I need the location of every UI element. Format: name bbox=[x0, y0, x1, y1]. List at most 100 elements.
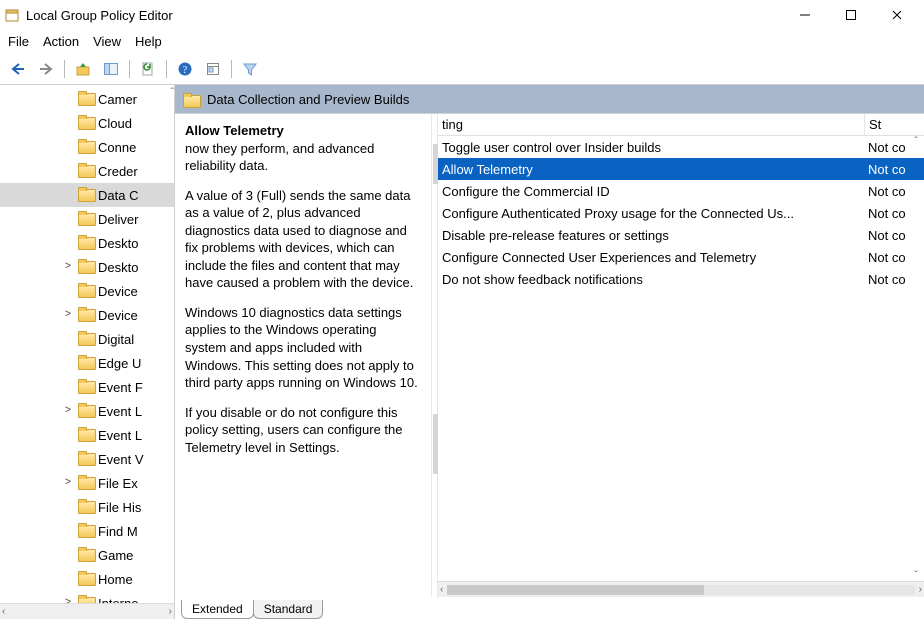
menu-action[interactable]: Action bbox=[43, 34, 79, 49]
expand-icon[interactable]: > bbox=[62, 404, 74, 416]
minimize-button[interactable] bbox=[782, 0, 828, 30]
tree-item-label: Event F bbox=[98, 380, 143, 395]
column-setting[interactable]: ting bbox=[438, 114, 864, 135]
tree-item[interactable]: >Device bbox=[0, 303, 174, 327]
tree-item[interactable]: >File Ex bbox=[0, 471, 174, 495]
tree-item[interactable]: File His bbox=[0, 495, 174, 519]
list-row[interactable]: Configure Connected User Experiences and… bbox=[438, 246, 924, 268]
scroll-right-icon[interactable]: › bbox=[919, 584, 922, 595]
properties-button[interactable] bbox=[201, 58, 225, 80]
tree-item-label: Deskto bbox=[98, 236, 138, 251]
tree-item-label: Digital bbox=[98, 332, 134, 347]
menu-help[interactable]: Help bbox=[135, 34, 162, 49]
splitter[interactable] bbox=[431, 114, 438, 597]
scroll-up-icon[interactable]: ˆ bbox=[171, 87, 174, 98]
right-pane: Data Collection and Preview Builds Allow… bbox=[175, 85, 924, 619]
scroll-up-icon[interactable]: ˆ bbox=[914, 136, 917, 147]
close-button[interactable] bbox=[874, 0, 920, 30]
folder-icon bbox=[78, 139, 94, 155]
folder-icon bbox=[78, 235, 94, 251]
maximize-button[interactable] bbox=[828, 0, 874, 30]
toolbar-separator bbox=[64, 60, 65, 78]
tree-item[interactable]: Event F bbox=[0, 375, 174, 399]
show-hide-tree-button[interactable] bbox=[99, 58, 123, 80]
list-row[interactable]: Configure Authenticated Proxy usage for … bbox=[438, 202, 924, 224]
tree-item[interactable]: Deskto bbox=[0, 231, 174, 255]
list-row[interactable]: Allow TelemetryNot co bbox=[438, 158, 924, 180]
tree-item[interactable]: > Event L bbox=[0, 399, 174, 423]
tree-item[interactable]: Camer bbox=[0, 87, 174, 111]
tree-item-label: Game bbox=[98, 548, 133, 563]
tree-item-label: Event V bbox=[98, 452, 144, 467]
setting-name: Configure Authenticated Proxy usage for … bbox=[438, 206, 864, 221]
description-fragment: now they perform, and advanced reliabili… bbox=[185, 140, 421, 175]
folder-icon bbox=[78, 283, 94, 299]
expand-icon[interactable]: > bbox=[62, 308, 74, 320]
list-row[interactable]: Disable pre-release features or settings… bbox=[438, 224, 924, 246]
tree-item-label: Interne bbox=[98, 596, 138, 604]
scrollbar-thumb[interactable] bbox=[447, 585, 704, 595]
forward-button[interactable] bbox=[34, 58, 58, 80]
window-title: Local Group Policy Editor bbox=[26, 8, 173, 23]
tree-item[interactable]: Data C bbox=[0, 183, 174, 207]
refresh-button[interactable] bbox=[136, 58, 160, 80]
tree-item[interactable]: Creder bbox=[0, 159, 174, 183]
description-paragraph: A value of 3 (Full) sends the same data … bbox=[185, 187, 421, 292]
folder-icon bbox=[78, 211, 94, 227]
menubar: File Action View Help bbox=[0, 30, 924, 55]
setting-name: Configure Connected User Experiences and… bbox=[438, 250, 864, 265]
toolbar-separator bbox=[166, 60, 167, 78]
folder-icon bbox=[78, 115, 94, 131]
tree-item-label: File His bbox=[98, 500, 141, 515]
back-button[interactable] bbox=[6, 58, 30, 80]
folder-icon bbox=[78, 355, 94, 371]
folder-icon bbox=[78, 307, 94, 323]
view-tabs: Extended Standard bbox=[175, 597, 924, 619]
tree-item[interactable]: Digital bbox=[0, 327, 174, 351]
tree-item-label: Deliver bbox=[98, 212, 138, 227]
list-row[interactable]: Toggle user control over Insider buildsN… bbox=[438, 136, 924, 158]
help-button[interactable]: ? bbox=[173, 58, 197, 80]
tree-item[interactable]: >Deskto bbox=[0, 255, 174, 279]
filter-button[interactable] bbox=[238, 58, 262, 80]
folder-icon bbox=[78, 595, 94, 603]
expand-icon[interactable]: > bbox=[62, 476, 74, 488]
tree-item[interactable]: Edge U bbox=[0, 351, 174, 375]
folder-icon bbox=[78, 523, 94, 539]
menu-view[interactable]: View bbox=[93, 34, 121, 49]
menu-file[interactable]: File bbox=[8, 34, 29, 49]
tree-item-label: Camer bbox=[98, 92, 137, 107]
tree-item[interactable]: Device bbox=[0, 279, 174, 303]
tree-item[interactable]: Conne bbox=[0, 135, 174, 159]
tree-item[interactable]: Cloud bbox=[0, 111, 174, 135]
scroll-right-icon[interactable]: › bbox=[169, 606, 172, 617]
list-row[interactable]: Configure the Commercial IDNot co bbox=[438, 180, 924, 202]
list-horizontal-scrollbar[interactable]: ‹ › bbox=[438, 581, 924, 597]
tree-item[interactable]: Event L bbox=[0, 423, 174, 447]
expand-icon[interactable]: > bbox=[62, 596, 74, 603]
up-folder-button[interactable] bbox=[71, 58, 95, 80]
tree-item[interactable]: Home bbox=[0, 567, 174, 591]
folder-icon bbox=[78, 475, 94, 491]
setting-name: Do not show feedback notifications bbox=[438, 272, 864, 287]
tab-standard[interactable]: Standard bbox=[253, 600, 324, 619]
scroll-left-icon[interactable]: ‹ bbox=[440, 584, 443, 595]
tree-horizontal-scrollbar[interactable]: ‹ › bbox=[0, 603, 174, 619]
scroll-left-icon[interactable]: ‹ bbox=[2, 606, 5, 617]
tree-item[interactable]: > Interne bbox=[0, 591, 174, 603]
list-vertical-scrollbar[interactable]: ˆ ˇ bbox=[908, 136, 924, 581]
tree-item[interactable]: Event V bbox=[0, 447, 174, 471]
folder-icon bbox=[78, 259, 94, 275]
list-header[interactable]: ting St bbox=[438, 114, 924, 136]
tree-item[interactable]: Game bbox=[0, 543, 174, 567]
tab-extended[interactable]: Extended bbox=[181, 600, 254, 619]
tree-item[interactable]: Find M bbox=[0, 519, 174, 543]
folder-icon bbox=[78, 91, 94, 107]
expand-icon[interactable]: > bbox=[62, 260, 74, 272]
settings-list: ting St Toggle user control over Insider… bbox=[438, 114, 924, 597]
tree-item[interactable]: Deliver bbox=[0, 207, 174, 231]
tree-item-label: Event L bbox=[98, 404, 142, 419]
scroll-down-icon[interactable]: ˇ bbox=[914, 570, 917, 581]
column-state[interactable]: St bbox=[864, 114, 924, 135]
list-row[interactable]: Do not show feedback notificationsNot co bbox=[438, 268, 924, 290]
